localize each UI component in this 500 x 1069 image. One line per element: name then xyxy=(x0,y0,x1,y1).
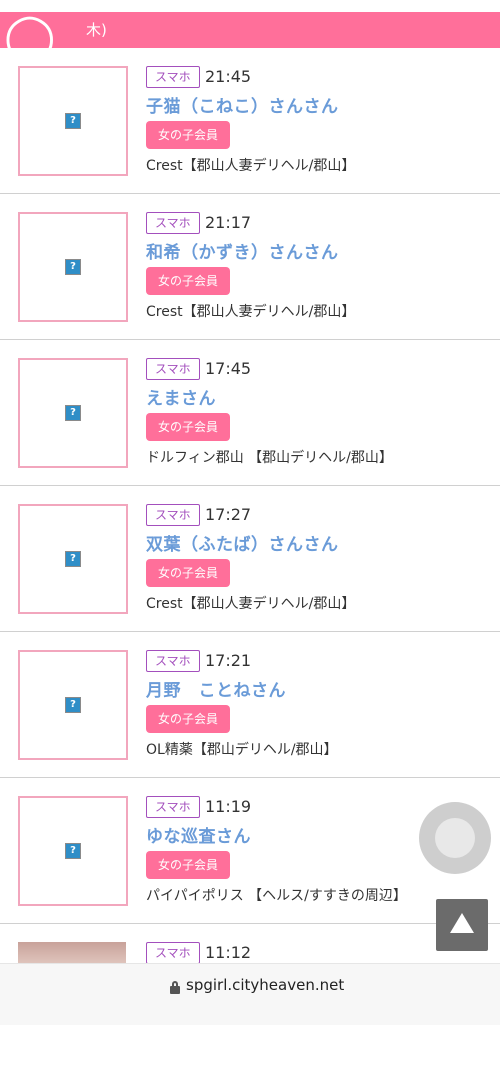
broken-image-icon: ? xyxy=(65,405,81,421)
member-badge: 女の子会員 xyxy=(146,413,231,441)
list-item[interactable]: ? スマホ 17:27 双葉（ふたば）さんさん 女の子会員 Crest【郡山人妻… xyxy=(0,486,500,632)
broken-image-icon: ? xyxy=(65,113,81,129)
shop-name[interactable]: OL精薬【郡山デリヘル/郡山】 xyxy=(146,739,338,759)
girl-name-link[interactable]: 月野 ことねさん xyxy=(146,676,286,701)
header-bar: ◯ 木) xyxy=(0,10,500,62)
thumbnail-photo[interactable] xyxy=(18,942,126,964)
girl-name-link[interactable]: えまさん xyxy=(146,384,216,409)
post-time: 11:19 xyxy=(205,797,252,816)
lock-icon xyxy=(170,981,180,994)
shop-name[interactable]: Crest【郡山人妻デリヘル/郡山】 xyxy=(146,593,355,613)
girl-name-link[interactable]: 子猫（こねこ）さんさん xyxy=(146,92,339,117)
list-item[interactable]: ? スマホ 21:17 和希（かずき）さんさん 女の子会員 Crest【郡山人妻… xyxy=(0,194,500,340)
device-badge: スマホ xyxy=(146,796,200,818)
shop-name[interactable]: ドルフィン郡山 【郡山デリヘル/郡山】 xyxy=(146,447,393,467)
scroll-to-top-button[interactable] xyxy=(436,899,488,951)
browser-url-bar[interactable]: spgirl.cityheaven.net xyxy=(0,963,500,1025)
broken-image-icon: ? xyxy=(65,551,81,567)
shop-name[interactable]: Crest【郡山人妻デリヘル/郡山】 xyxy=(146,301,355,321)
thumbnail[interactable]: ? xyxy=(18,66,128,176)
device-badge: スマホ xyxy=(146,942,200,964)
girl-name-link[interactable]: ゆな巡査さん xyxy=(146,822,251,847)
member-badge: 女の子会員 xyxy=(146,851,231,879)
post-time: 17:45 xyxy=(205,359,252,378)
member-badge: 女の子会員 xyxy=(146,267,231,295)
url-text[interactable]: spgirl.cityheaven.net xyxy=(186,976,344,994)
girl-name-link[interactable]: 双葉（ふたば）さんさん xyxy=(146,530,339,555)
arrow-up-icon xyxy=(450,913,474,933)
assistive-touch-icon[interactable] xyxy=(419,802,491,874)
shop-name[interactable]: Crest【郡山人妻デリヘル/郡山】 xyxy=(146,155,355,175)
device-badge: スマホ xyxy=(146,212,200,234)
thumbnail[interactable]: ? xyxy=(18,212,128,322)
thumbnail[interactable]: ? xyxy=(18,796,128,906)
post-time: 17:27 xyxy=(205,505,252,524)
device-badge: スマホ xyxy=(146,66,200,88)
post-time: 21:17 xyxy=(205,213,252,232)
member-badge: 女の子会員 xyxy=(146,121,231,149)
post-time: 11:12 xyxy=(205,943,252,962)
thumbnail[interactable]: ? xyxy=(18,650,128,760)
post-time: 21:45 xyxy=(205,67,252,86)
diary-list: ? スマホ 21:45 子猫（こねこ）さんさん 女の子会員 Crest【郡山人妻… xyxy=(0,48,500,1069)
post-time: 17:21 xyxy=(205,651,252,670)
broken-image-icon: ? xyxy=(65,697,81,713)
list-item[interactable]: ? スマホ 21:45 子猫（こねこ）さんさん 女の子会員 Crest【郡山人妻… xyxy=(0,48,500,194)
list-item[interactable]: ? スマホ 17:45 えまさん 女の子会員 ドルフィン郡山 【郡山デリヘル/郡… xyxy=(0,340,500,486)
shop-name[interactable]: パイパイポリス 【ヘルス/すすきの周辺】 xyxy=(146,885,407,905)
thumbnail[interactable]: ? xyxy=(18,358,128,468)
girl-name-link[interactable]: 和希（かずき）さんさん xyxy=(146,238,339,263)
header-title: 木) xyxy=(86,21,107,39)
broken-image-icon: ? xyxy=(65,259,81,275)
device-badge: スマホ xyxy=(146,650,200,672)
list-item[interactable]: ? スマホ 17:21 月野 ことねさん 女の子会員 OL精薬【郡山デリヘル/郡… xyxy=(0,632,500,778)
member-badge: 女の子会員 xyxy=(146,559,231,587)
broken-image-icon: ? xyxy=(65,843,81,859)
thumbnail[interactable]: ? xyxy=(18,504,128,614)
device-badge: スマホ xyxy=(146,504,200,526)
member-badge: 女の子会員 xyxy=(146,705,231,733)
device-badge: スマホ xyxy=(146,358,200,380)
